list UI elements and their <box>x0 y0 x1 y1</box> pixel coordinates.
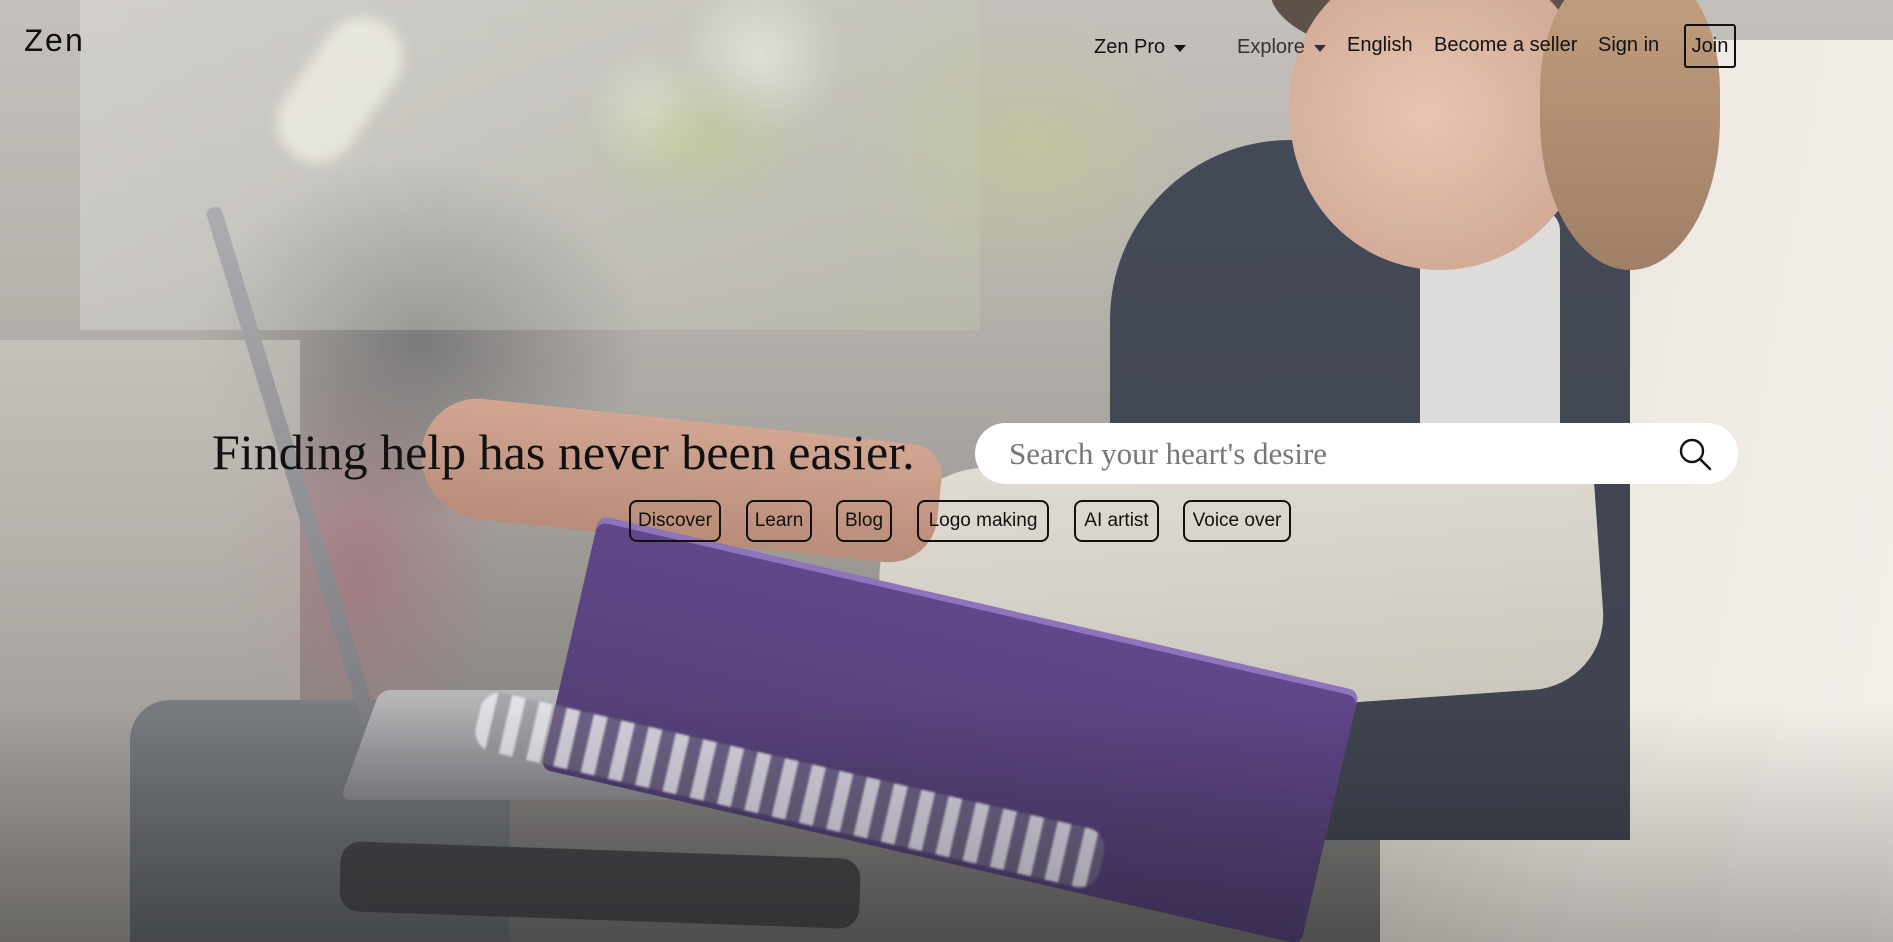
nav-explore-dropdown[interactable]: Explore <box>1237 36 1326 59</box>
nav-zen-pro-dropdown[interactable]: Zen Pro <box>1094 36 1187 59</box>
tag-discover[interactable]: Discover <box>629 500 721 542</box>
tag-voice-over[interactable]: Voice over <box>1183 500 1291 542</box>
tag-blog[interactable]: Blog <box>836 500 892 542</box>
search-icon[interactable] <box>1678 437 1712 471</box>
brand-logo[interactable]: Zen <box>24 24 85 61</box>
nav-zen-pro-label: Zen Pro <box>1094 36 1166 58</box>
caret-down-icon <box>1313 45 1326 52</box>
tag-logo-making[interactable]: Logo making <box>917 500 1049 542</box>
hero-headline: Finding help has never been easier. <box>212 424 915 480</box>
nav-explore-label: Explore <box>1237 36 1305 58</box>
search-input[interactable] <box>1007 427 1651 480</box>
bottom-shade <box>0 702 1893 942</box>
caret-down-icon <box>1174 45 1187 52</box>
hero-section: Zen Zen Pro Explore English Become a sel… <box>0 0 1893 942</box>
search-bar <box>975 423 1738 484</box>
nav-language-link[interactable]: English <box>1347 34 1413 57</box>
tag-ai-artist[interactable]: AI artist <box>1074 500 1159 542</box>
tag-learn[interactable]: Learn <box>746 500 812 542</box>
nav-become-seller-link[interactable]: Become a seller <box>1434 34 1577 57</box>
join-button[interactable]: Join <box>1684 24 1736 68</box>
nav-sign-in-link[interactable]: Sign in <box>1598 34 1659 57</box>
